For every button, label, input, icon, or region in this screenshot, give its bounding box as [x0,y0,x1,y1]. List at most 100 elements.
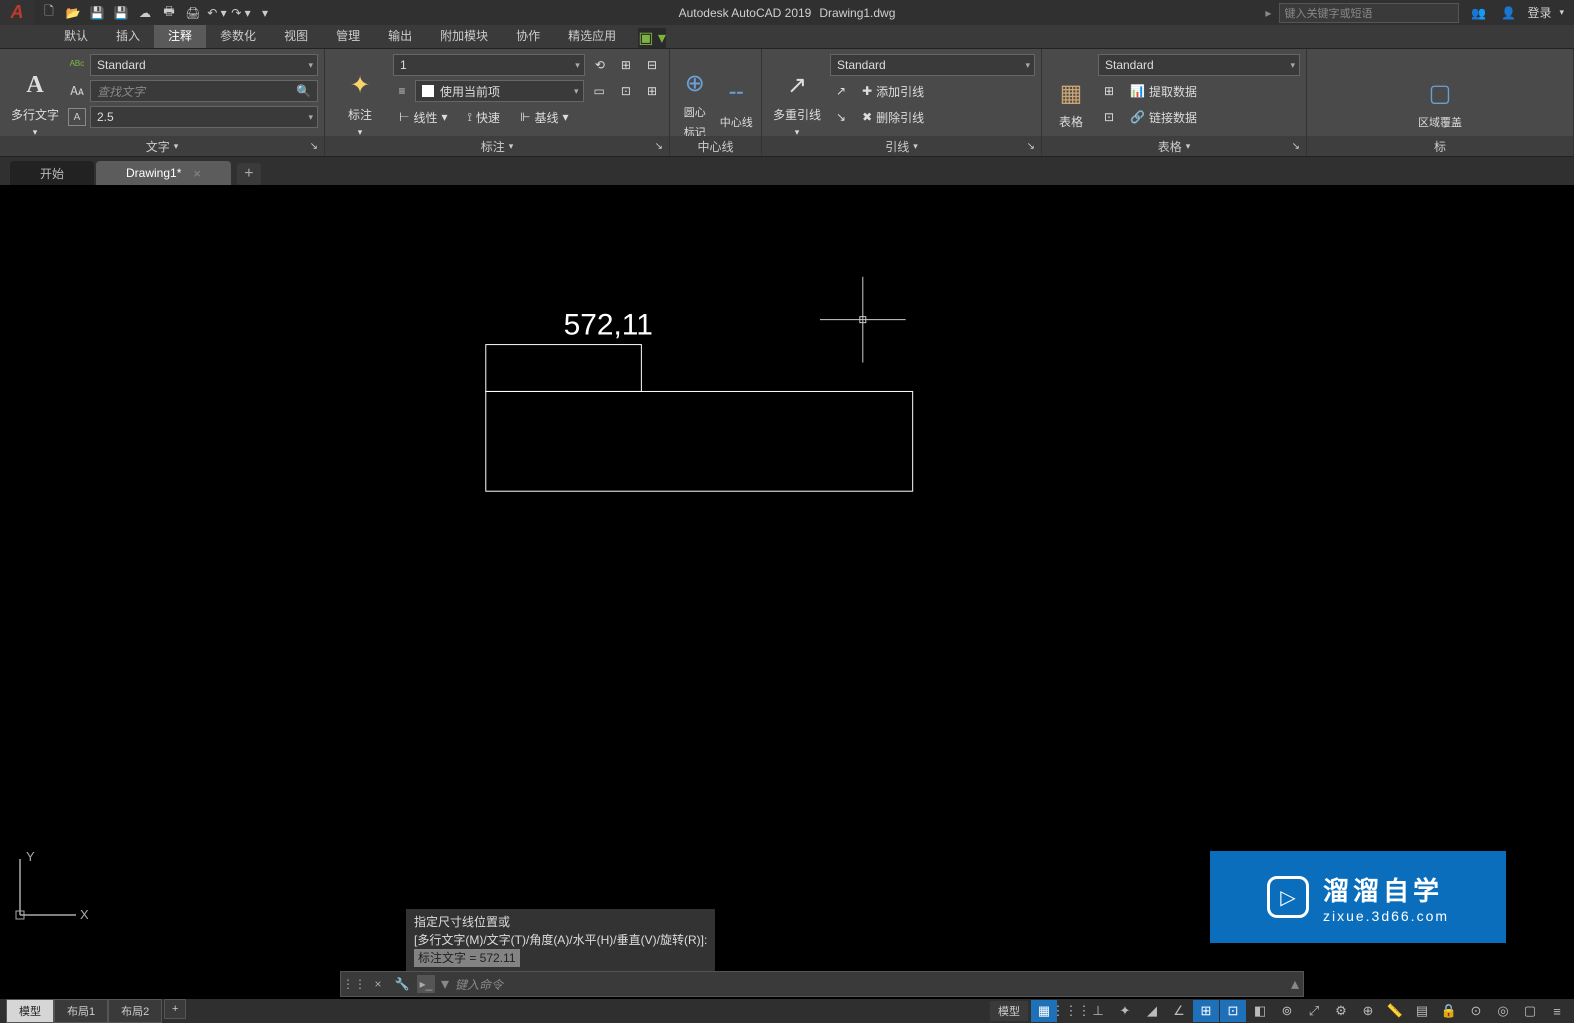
otrack-icon[interactable]: ⊞ [1193,1000,1219,1022]
share-icon[interactable]: 👥 [1467,2,1489,24]
tab-insert[interactable]: 插入 [102,23,154,48]
title-bar: A 🗋 📂 💾 💾 ☁ 🖶 🖨 ↶ ▾ ↷ ▾ ▾ Autodesk AutoC… [0,0,1574,25]
panel-text-title[interactable]: 文字▾↘ [0,136,324,156]
app-logo[interactable]: A [0,0,34,25]
leader-align-icon[interactable]: ↗ [830,80,852,102]
tab-drawing1[interactable]: Drawing1*× [96,161,231,185]
transparency-icon[interactable]: ◧ [1247,1000,1273,1022]
plot-icon[interactable]: 🖶 [158,2,180,24]
dim-continue-icon[interactable]: ⊞ [615,54,637,76]
text-height-combo[interactable]: 2.5▾ [90,106,318,128]
leader-collect-icon[interactable]: ↘ [830,106,852,128]
command-line[interactable]: ⋮⋮ × 🔧 ▸_ ▾ 键入命令 ▴ [340,971,1304,997]
dim-tool3-icon[interactable]: ⊞ [641,80,663,102]
leader-style-combo[interactable]: Standard▾ [830,54,1035,76]
dim-update-icon[interactable]: ⟲ [589,54,611,76]
customize-icon[interactable]: ≡ [1544,1000,1570,1022]
cmd-settings-icon[interactable]: 🔧 [393,975,411,993]
ribbon: A 多行文字 ▾ ᴬᴮᶜ Standard▾ 🗛 查找文字 🔍 [0,49,1574,157]
file-name: Drawing1.dwg [819,6,895,20]
tab-annotate[interactable]: 注释 [154,23,206,48]
workspace-icon[interactable]: ⚙ [1328,1000,1354,1022]
layer-icon[interactable]: ≡ [393,82,411,100]
panel-table-title[interactable]: 表格▾↘ [1042,136,1306,156]
save-icon[interactable]: 💾 [86,2,108,24]
open-icon[interactable]: 📂 [62,2,84,24]
print-icon[interactable]: 🖨 [182,2,204,24]
lineweight-icon[interactable]: ⊡ [1220,1000,1246,1022]
table-style-combo[interactable]: Standard▾ [1098,54,1300,76]
table-edit-icon[interactable]: ⊞ [1098,80,1120,102]
table-link-icon[interactable]: ⊡ [1098,106,1120,128]
drawing-canvas[interactable]: 572,11 [0,185,1574,953]
text-search[interactable]: 查找文字 🔍 [90,80,318,102]
iso-icon[interactable]: ◢ [1139,1000,1165,1022]
tab-output[interactable]: 输出 [374,23,426,48]
tab-collaborate[interactable]: 协作 [502,23,554,48]
remove-leader-button[interactable]: ✖ 删除引线 [856,106,930,128]
units-icon[interactable]: 📏 [1382,1000,1408,1022]
status-model-label[interactable]: 模型 [990,1001,1028,1021]
login-dropdown-icon[interactable]: ▾ [1559,7,1564,18]
text-style-combo[interactable]: Standard▾ [90,54,318,76]
app-store-icon[interactable]: ▣ ▾ [638,28,666,48]
qat-more-icon[interactable]: ▾ [254,2,276,24]
tab-start[interactable]: 开始 [10,161,94,185]
tab-default[interactable]: 默认 [50,23,102,48]
dim-scale-combo[interactable]: 1▾ [393,54,585,76]
cmd-grip-icon[interactable]: ⋮⋮ [345,975,363,993]
dim-break-icon[interactable]: ⊟ [641,54,663,76]
dim-tool2-icon[interactable]: ⊡ [615,80,637,102]
keyword-search[interactable]: 键入关键字或短语 [1279,3,1459,23]
add-leader-button[interactable]: ✚ 添加引线 [856,80,930,102]
dim-layer-combo[interactable]: 使用当前项▾ [415,80,584,102]
layout-1[interactable]: 布局1 [54,999,108,1023]
panel-center-title[interactable]: 中心线 [670,136,761,156]
close-icon[interactable]: × [193,166,201,181]
tab-parametric[interactable]: 参数化 [206,23,270,48]
dim-baseline-button[interactable]: ⊩ 基线 ▾ [514,106,575,128]
cycle-icon[interactable]: ⊚ [1274,1000,1300,1022]
annomonitor-icon[interactable]: ⊕ [1355,1000,1381,1022]
cloud-icon[interactable]: ☁ [134,2,156,24]
dim-tool1-icon[interactable]: ▭ [588,80,611,102]
cleanscreen-icon[interactable]: ▢ [1517,1000,1543,1022]
tab-view[interactable]: 视图 [270,23,322,48]
tab-addins[interactable]: 附加模块 [426,23,502,48]
command-input[interactable]: 键入命令 [455,976,503,993]
find-icon[interactable]: 🗛 [68,82,86,100]
link-data-button[interactable]: 🔗 链接数据 [1124,106,1203,128]
new-tab-button[interactable]: + [237,163,261,185]
new-icon[interactable]: 🗋 [38,2,60,24]
spellcheck-icon[interactable]: ᴬᴮᶜ [68,56,86,74]
hardware-icon[interactable]: ⊙ [1463,1000,1489,1022]
redo-icon[interactable]: ↷ ▾ [230,2,252,24]
panel-dim-title[interactable]: 标注▾↘ [325,136,669,156]
status-bar: 模型 布局1 布局2 + 模型 ▦ ⋮⋮⋮ ⊥ ✦ ◢ ∠ ⊞ ⊡ ◧ ⊚ ⤢ … [0,999,1574,1023]
cmd-expand-icon[interactable]: ▴ [1291,974,1299,994]
panel-leader-title[interactable]: 引线▾↘ [762,136,1041,156]
lock-icon[interactable]: 🔒 [1436,1000,1462,1022]
layout-2[interactable]: 布局2 [108,999,162,1023]
login-link[interactable]: 登录 [1527,4,1551,21]
polar-icon[interactable]: ✦ [1112,1000,1138,1022]
undo-icon[interactable]: ↶ ▾ [206,2,228,24]
ortho-icon[interactable]: ⊥ [1085,1000,1111,1022]
panel-wipeout-title[interactable]: 标 [1307,136,1573,156]
osnap-icon[interactable]: ∠ [1166,1000,1192,1022]
dim-quick-button[interactable]: ⟟ 快速 [462,106,506,128]
dimension-text: 572,11 [564,309,653,342]
saveas-icon[interactable]: 💾 [110,2,132,24]
tab-featured[interactable]: 精选应用 [554,23,630,48]
cmd-close-icon[interactable]: × [369,975,387,993]
user-icon[interactable]: 👤 [1497,2,1519,24]
tab-manage[interactable]: 管理 [322,23,374,48]
isolate-icon[interactable]: ◎ [1490,1000,1516,1022]
extract-data-button[interactable]: 📊 提取数据 [1124,80,1203,102]
layout-add-button[interactable]: + [164,999,186,1019]
annoscale-icon[interactable]: ⤢ [1301,1000,1327,1022]
quickprops-icon[interactable]: ▤ [1409,1000,1435,1022]
snap-icon[interactable]: ⋮⋮⋮ [1058,1000,1084,1022]
dim-linear-button[interactable]: ⊢ 线性 ▾ [393,106,454,128]
layout-model[interactable]: 模型 [6,999,54,1023]
